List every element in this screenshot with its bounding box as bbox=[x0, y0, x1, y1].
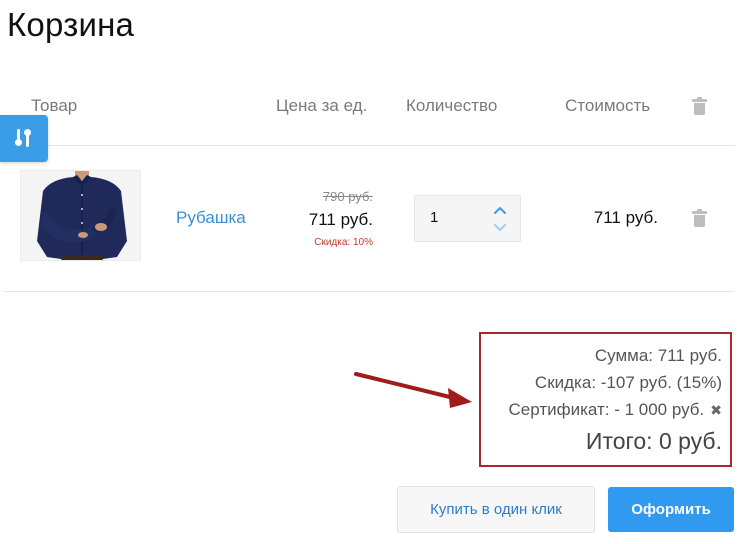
column-header-quantity: Количество bbox=[406, 96, 498, 115]
clear-cart-trash-icon[interactable] bbox=[692, 97, 707, 115]
chevron-down-icon[interactable] bbox=[493, 221, 507, 235]
column-header-cost: Стоимость bbox=[565, 96, 651, 115]
line-total: 711 руб. bbox=[593, 208, 658, 227]
chevron-up-icon[interactable] bbox=[493, 203, 507, 217]
annotation-arrow bbox=[354, 372, 472, 408]
quantity-stepper[interactable]: 1 bbox=[414, 195, 521, 242]
divider bbox=[5, 291, 735, 292]
page-title: Корзина bbox=[7, 6, 135, 43]
discount-total: Скидка: -107 руб. (15%) bbox=[534, 373, 722, 392]
certificate-row: Сертификат: - 1 000 руб. ✖ bbox=[509, 400, 723, 420]
column-header-product: Товар bbox=[31, 96, 78, 115]
buy-one-click-button[interactable]: Купить в один клик bbox=[397, 486, 595, 533]
discount-label: Скидка: 10% bbox=[314, 237, 373, 248]
certificate-amount: Сертификат: - 1 000 руб. bbox=[508, 400, 705, 419]
remove-item-trash-icon[interactable] bbox=[692, 209, 707, 227]
product-image[interactable] bbox=[20, 170, 141, 261]
filter-settings-button[interactable] bbox=[0, 115, 48, 162]
unit-price: 711 руб. bbox=[308, 210, 373, 229]
old-price: 790 руб. bbox=[322, 189, 373, 204]
column-header-price: Цена за ед. bbox=[276, 96, 368, 115]
close-icon[interactable]: ✖ bbox=[710, 402, 722, 418]
subtotal: Сумма: 711 руб. bbox=[594, 346, 722, 365]
product-name-link[interactable]: Рубашка bbox=[176, 208, 246, 228]
grand-total: Итого: 0 руб. bbox=[585, 428, 722, 454]
quantity-input[interactable]: 1 bbox=[430, 209, 438, 226]
checkout-button[interactable]: Оформить bbox=[608, 487, 734, 532]
divider bbox=[5, 145, 735, 146]
cart-totals: Сумма: 711 руб. Скидка: -107 руб. (15%) … bbox=[479, 332, 732, 467]
